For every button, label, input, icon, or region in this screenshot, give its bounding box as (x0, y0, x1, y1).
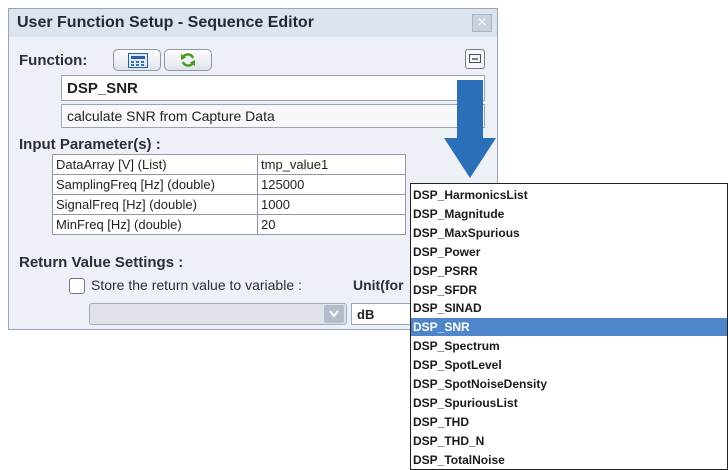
return-value-label: Return Value Settings : (19, 254, 184, 271)
dropdown-option[interactable]: DSP_Magnitude (411, 205, 727, 223)
param-value[interactable]: tmp_value1 (257, 154, 406, 175)
dropdown-option[interactable]: DSP_SpotNoiseDensity (411, 375, 727, 393)
unit-label: Unit(for (353, 277, 404, 293)
param-row[interactable]: DataArray [V] (List) tmp_value1 (52, 154, 406, 175)
param-value[interactable]: 20 (257, 214, 406, 235)
dropdown-option[interactable]: DSP_SpotLevel (411, 356, 727, 374)
collapse-icon (469, 54, 481, 63)
dropdown-option[interactable]: DSP_SNR (411, 318, 727, 337)
param-name: DataArray [V] (List) (52, 154, 258, 175)
dropdown-option[interactable]: DSP_PSRR (411, 262, 727, 280)
param-name: SamplingFreq [Hz] (double) (52, 174, 258, 195)
function-dropdown-list[interactable]: DSP_HarmonicsList DSP_Magnitude DSP_MaxSpu… (410, 183, 728, 470)
function-label: Function: (19, 52, 88, 69)
dialog-title: User Function Setup - Sequence Editor (17, 14, 314, 31)
param-row[interactable]: SignalFreq [Hz] (double) 1000 (52, 194, 406, 215)
param-value[interactable]: 125000 (257, 174, 406, 195)
unit-field[interactable]: dB (351, 303, 413, 325)
param-row[interactable]: SamplingFreq [Hz] (double) 125000 (52, 174, 406, 195)
dropdown-option[interactable]: DSP_SpuriousList (411, 394, 727, 412)
description-field[interactable]: calculate SNR from Capture Data (61, 104, 485, 128)
down-arrow-indicator (444, 80, 496, 178)
refresh-button[interactable] (164, 49, 212, 71)
title-bar: User Function Setup - Sequence Editor × (9, 9, 497, 37)
dropdown-option[interactable]: DSP_THD_N (411, 432, 727, 450)
param-name: SignalFreq [Hz] (double) (52, 194, 258, 215)
dropdown-option[interactable]: DSP_THD (411, 413, 727, 431)
collapse-button[interactable] (465, 49, 485, 69)
store-return-checkbox[interactable] (69, 278, 85, 294)
dropdown-option[interactable]: DSP_HarmonicsList (411, 186, 727, 204)
variable-select-toggle[interactable] (324, 305, 344, 323)
param-value[interactable]: 1000 (257, 194, 406, 215)
description-value: calculate SNR from Capture Data (67, 108, 275, 124)
refresh-icon (181, 53, 195, 67)
dropdown-option[interactable]: DSP_Spectrum (411, 337, 727, 355)
input-params-label: Input Parameter(s) : (19, 136, 161, 153)
param-name: MinFreq [Hz] (double) (52, 214, 258, 235)
unit-value: dB (357, 307, 375, 322)
function-name-field[interactable]: DSP_SNR (61, 75, 485, 101)
dropdown-option[interactable]: DSP_SFDR (411, 281, 727, 299)
calculator-button[interactable] (113, 49, 161, 71)
param-row[interactable]: MinFreq [Hz] (double) 20 (52, 214, 406, 235)
dropdown-option[interactable]: DSP_TotalNoise (411, 451, 727, 469)
chevron-down-icon (329, 310, 339, 318)
function-name-value: DSP_SNR (67, 80, 138, 97)
dropdown-option[interactable]: DSP_MaxSpurious (411, 224, 727, 242)
dropdown-option[interactable]: DSP_Power (411, 243, 727, 261)
store-return-label: Store the return value to variable : (91, 277, 302, 293)
close-button[interactable]: × (472, 14, 492, 32)
variable-select[interactable] (89, 303, 347, 325)
dropdown-option[interactable]: DSP_SINAD (411, 299, 727, 317)
input-params-table: DataArray [V] (List) tmp_value1 SamplingFr… (52, 154, 406, 235)
calculator-icon (128, 53, 148, 68)
